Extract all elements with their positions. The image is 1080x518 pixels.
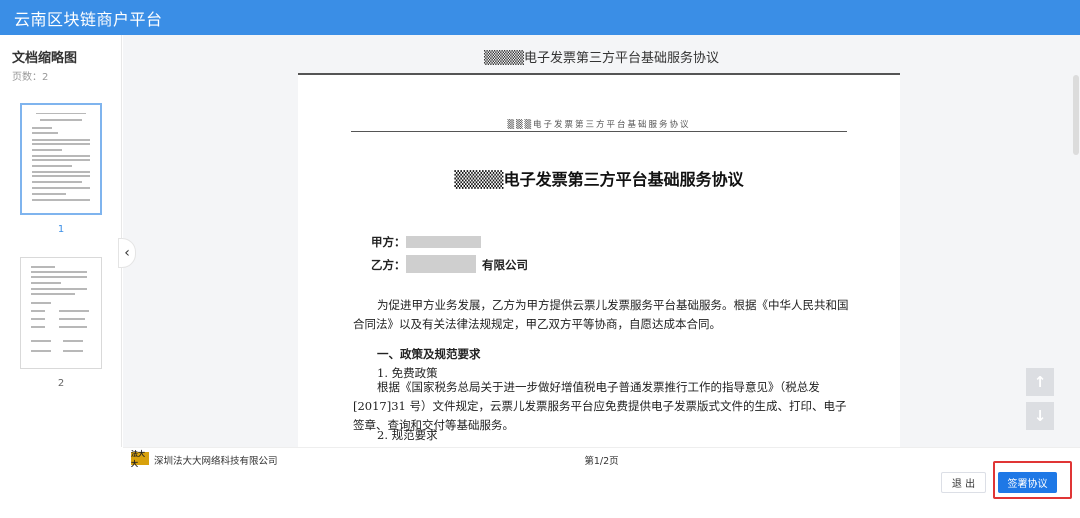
thumbnail-label-2: 2 — [57, 378, 65, 389]
arrow-up-icon[interactable]: ↑ — [1026, 368, 1054, 396]
document-title: ▒▒▒▒电子发票第三方平台基础服务协议 — [454, 170, 744, 189]
item-2-heading: 2. 规范要求 — [377, 428, 438, 442]
document-footer: 法大大 深圳法大大网络科技有限公司 第1/2页 — [123, 447, 1080, 469]
page-count: 页数：2 — [12, 72, 49, 83]
vertical-scrollbar[interactable] — [1073, 75, 1079, 155]
sidebar-title: 文档缩略图 — [12, 51, 78, 66]
party-a-label: 甲方： — [371, 235, 406, 249]
top-bar: 云南区块链商户平台 — [0, 0, 1080, 35]
document-header-title: ▒▒▒▒电子发票第三方平台基础服务协议 — [484, 51, 719, 66]
party-b-suffix: 有限公司 — [482, 258, 528, 272]
redacted-party-b — [406, 255, 476, 273]
exit-button[interactable]: 退 出 — [941, 472, 986, 493]
arrow-down-icon[interactable]: ↓ — [1026, 402, 1054, 430]
document-viewer[interactable]: ▒▒▒▒电子发票第三方平台基础服务协议 ▒▒▒电子发票第三方平台基础服务协议 ▒… — [123, 35, 1080, 447]
page-thumbnail-2[interactable] — [20, 257, 102, 369]
intro-paragraph: 为促进甲方业务发展，乙方为甲方提供云票儿发票服务平台基础服务。根据《中华人民共和… — [353, 298, 849, 331]
document-page: ▒▒▒电子发票第三方平台基础服务协议 ▒▒▒▒电子发票第三方平台基础服务协议 甲… — [298, 75, 900, 447]
thumbnail-label-1: 1 — [57, 224, 65, 235]
redacted-party-a — [406, 236, 481, 248]
action-bar: 退 出 签署协议 — [0, 461, 1080, 518]
app-title: 云南区块链商户平台 — [14, 10, 163, 29]
section-heading: 一、政策及规范要求 — [377, 347, 481, 361]
sign-agreement-button[interactable]: 签署协议 — [998, 472, 1057, 493]
page-thumbnail-1[interactable] — [20, 103, 102, 215]
party-b-label: 乙方： — [371, 258, 406, 272]
running-header-line — [351, 131, 847, 132]
running-header: ▒▒▒电子发票第三方平台基础服务协议 — [507, 120, 691, 130]
page-indicator: 第1/2页 — [584, 456, 619, 467]
thumbnail-sidebar: 文档缩略图 页数：2 1 2 — [0, 35, 122, 447]
